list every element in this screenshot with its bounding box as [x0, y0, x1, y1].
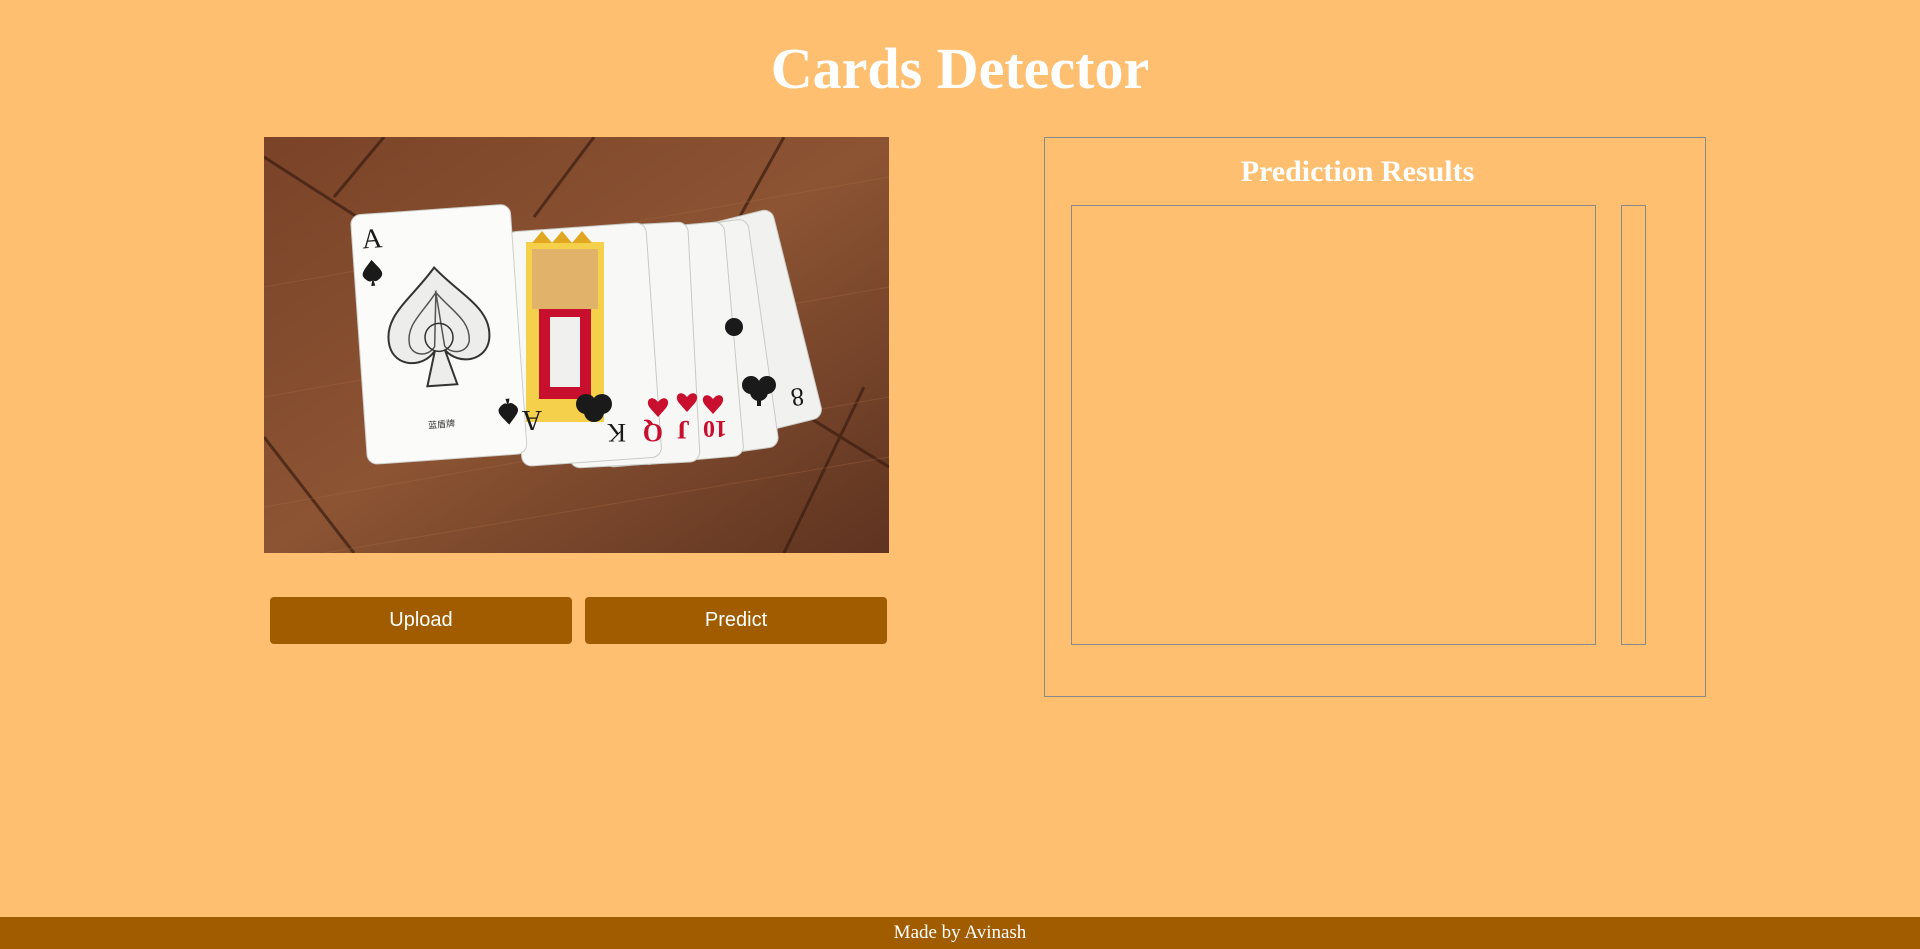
page: Cards Detector 8 10 J Q K A 蓝盾牌 A Upload…: [0, 0, 1920, 949]
jack-rank: J: [677, 415, 690, 444]
footer-credit: Made by Avinash: [893, 922, 1027, 943]
king-rank: K: [607, 418, 626, 447]
card-image-preview: 8 10 J Q K A 蓝盾牌 A: [264, 137, 889, 553]
ace-rank: A: [361, 223, 384, 255]
ten-rank: 10: [703, 415, 727, 441]
upload-button[interactable]: Upload: [270, 597, 572, 644]
svg-text:A: A: [521, 404, 542, 435]
results-title: Prediction Results: [1240, 155, 1475, 188]
predict-button[interactable]: Predict: [585, 597, 887, 644]
queen-rank: Q: [643, 418, 663, 447]
footer: Made by Avinash: [0, 917, 1920, 949]
playing-cards-photo: 8 10 J Q K A 蓝盾牌 A: [264, 137, 889, 553]
results-scrollbar[interactable]: [1621, 205, 1646, 645]
page-title: Cards Detector: [770, 36, 1150, 101]
prediction-results-panel: Prediction Results: [1044, 137, 1706, 697]
results-output-area: [1071, 205, 1596, 645]
ace-of-spades: A 蓝盾牌: [350, 204, 528, 465]
